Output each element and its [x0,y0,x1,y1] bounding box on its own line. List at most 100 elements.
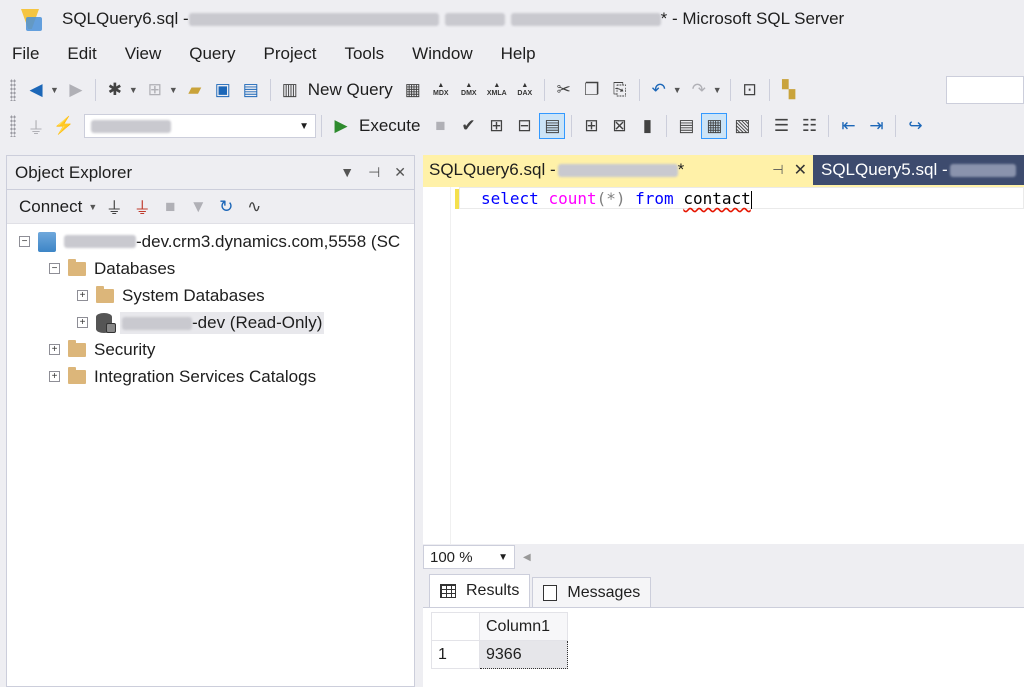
execute-button[interactable]: Execute [359,116,420,136]
change-connection-icon[interactable]: ⚡ [51,113,77,139]
toolbar-grip[interactable] [10,115,16,137]
menu-file[interactable]: File [0,44,55,64]
activity-monitor-icon[interactable]: ⊡ [737,77,763,103]
menu-query[interactable]: Query [177,44,251,64]
save-icon[interactable]: ▣ [210,77,236,103]
code-line-1[interactable]: select count(*) from contact [481,187,752,211]
decrease-indent-icon[interactable]: ⇤ [835,113,861,139]
cancel-query-icon[interactable]: ■ [427,113,453,139]
database-engine-query-icon[interactable]: ▦ [400,77,426,103]
dax-query-icon[interactable]: ▲ DAX [512,77,538,103]
redo-dropdown-icon[interactable]: ▼ [713,85,722,95]
menu-window[interactable]: Window [400,44,488,64]
mdx-query-icon[interactable]: ▲ MDX [428,77,454,103]
increase-indent-icon[interactable]: ⇥ [863,113,889,139]
redo-icon[interactable]: ↷ [686,77,712,103]
expand-icon[interactable]: + [77,290,88,301]
collapse-icon[interactable]: − [19,236,30,247]
new-query-icon[interactable]: ▥ [277,77,303,103]
connect-plug-icon[interactable]: ⏚ [101,194,127,220]
collapse-icon[interactable]: − [49,263,60,274]
menu-help[interactable]: Help [489,44,552,64]
filter-icon[interactable]: ▼ [185,194,211,220]
tree-node-server[interactable]: − -dev.crm3.dynamics.com,5558 (SC [7,228,414,255]
activity-monitor-icon[interactable]: ∿ [241,194,267,220]
stop-icon[interactable]: ■ [157,194,183,220]
results-to-file-icon[interactable]: ▧ [729,113,755,139]
tree-node-databases[interactable]: − Databases [7,255,414,282]
scroll-left-icon[interactable]: ◀ [523,552,531,563]
refresh-icon[interactable]: ↻ [213,194,239,220]
paste-icon[interactable]: ⎘ [607,77,633,103]
tree-node-integration-services[interactable]: + Integration Services Catalogs [7,363,414,390]
forward-icon[interactable]: ▶ [63,77,89,103]
connect-dropdown-icon[interactable]: ▼ [88,202,97,212]
live-query-stats-icon[interactable]: ⊠ [606,113,632,139]
editor-margin [423,187,451,544]
undo-icon[interactable]: ↶ [646,77,672,103]
add-item-icon[interactable]: ⊞ [142,77,168,103]
parse-checkmark-icon[interactable]: ✔ [455,113,481,139]
tab-messages[interactable]: Messages [532,577,652,607]
tree-node-database[interactable]: + -dev (Read-Only) [7,309,414,336]
grid-corner-cell[interactable] [431,612,480,641]
xmla-query-icon[interactable]: ▲ XMLA [484,77,510,103]
result-cell[interactable]: 9366 [479,640,568,669]
menu-project[interactable]: Project [252,44,333,64]
results-to-text-icon[interactable]: ▤ [673,113,699,139]
execute-play-icon[interactable]: ▶ [328,113,354,139]
back-icon[interactable]: ◀ [23,77,49,103]
pin-icon[interactable]: ⊣ [368,164,380,181]
toolbar-grip[interactable] [10,79,16,101]
intellisense-icon[interactable]: ▤ [539,113,566,139]
new-project-icon[interactable]: ✱ [102,77,128,103]
tree-node-system-databases[interactable]: + System Databases [7,282,414,309]
results-to-grid-icon[interactable]: ▦ [701,113,728,139]
comment-lines-icon[interactable]: ☰ [768,113,794,139]
connect-button[interactable]: Connect [19,197,82,217]
table-row: 1 9366 [431,640,568,669]
tab-results[interactable]: Results [429,574,531,607]
redacted-database [444,12,505,26]
pin-icon[interactable]: ⊣ [772,162,783,178]
menu-view[interactable]: View [113,44,178,64]
new-project-dropdown-icon[interactable]: ▼ [129,85,138,95]
disconnect-icon[interactable]: ⏚ [129,194,155,220]
toolbar-search-input[interactable] [946,76,1024,104]
row-number-cell[interactable]: 1 [431,640,480,669]
menu-edit[interactable]: Edit [55,44,112,64]
redacted-server-name [64,235,136,248]
query-options-icon[interactable]: ⊟ [511,113,537,139]
specify-template-values-icon[interactable]: ↪ [902,113,928,139]
tab-sqlquery5[interactable]: SQLQuery5.sql - [813,155,1024,185]
dmx-query-icon[interactable]: ▲ DMX [456,77,482,103]
estimated-plan-icon[interactable]: ⊞ [483,113,509,139]
new-query-button[interactable]: New Query [308,80,393,100]
zoom-select[interactable]: 100 % ▼ [423,545,515,569]
connect-plug-icon[interactable]: ⏚ [23,113,49,139]
expand-icon[interactable]: + [49,371,60,382]
save-all-icon[interactable]: ▤ [238,77,264,103]
available-databases-select[interactable]: ▼ [84,114,316,138]
sql-editor[interactable]: select count(*) from contact [423,187,1024,544]
cut-icon[interactable]: ✂ [551,77,577,103]
undo-dropdown-icon[interactable]: ▼ [673,85,682,95]
add-item-dropdown-icon[interactable]: ▼ [169,85,178,95]
panel-menu-dropdown-icon[interactable]: ▼ [340,164,354,181]
client-statistics-icon[interactable]: ▮ [634,113,660,139]
expand-icon[interactable]: + [77,317,88,328]
close-icon[interactable]: ✕ [794,160,807,180]
copy-icon[interactable]: ❐ [579,77,605,103]
include-actual-plan-icon[interactable]: ⊞ [578,113,604,139]
tree-node-security[interactable]: + Security [7,336,414,363]
tab-sqlquery6[interactable]: SQLQuery6.sql - * ⊣ ✕ [423,155,813,185]
expand-icon[interactable]: + [49,344,60,355]
uncomment-lines-icon[interactable]: ☷ [796,113,822,139]
back-dropdown-icon[interactable]: ▼ [50,85,59,95]
menu-tools[interactable]: Tools [332,44,400,64]
close-icon[interactable]: ✕ [394,164,406,181]
column-header[interactable]: Column1 [479,612,568,641]
solution-explorer-icon[interactable]: ▚ [776,77,802,103]
open-file-icon[interactable]: ▰ [182,77,208,103]
results-grid[interactable]: Column1 1 9366 [431,612,568,669]
